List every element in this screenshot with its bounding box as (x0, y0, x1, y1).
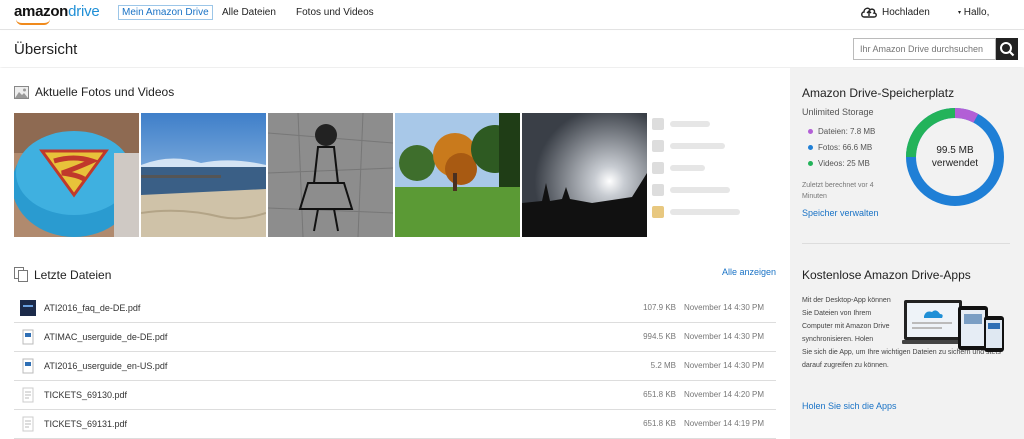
sidebar: Amazon Drive-Speicherplatz Unlimited Sto… (790, 68, 1024, 439)
file-name: ATI2016_faq_de-DE.pdf (44, 303, 141, 313)
legend-videos-dot (808, 161, 813, 166)
manage-storage-link[interactable]: Speicher verwalten (802, 208, 879, 218)
photo-strip (14, 113, 647, 237)
devices-illustration (902, 300, 1004, 352)
file-date: November 14 4:30 PM (683, 332, 764, 341)
file-name: TICKETS_69131.pdf (44, 419, 128, 429)
file-row[interactable]: TICKETS_69130.pdf 651.8 KB November 14 4… (14, 381, 776, 410)
apps-title: Kostenlose Amazon Drive-Apps (802, 268, 971, 282)
file-size: 107.9 KB (643, 303, 676, 312)
legend-photos-label: Fotos: 66.6 MB (818, 143, 873, 152)
file-row[interactable]: ATI2016_faq_de-DE.pdf 107.9 KB November … (14, 294, 776, 323)
file-size: 651.8 KB (643, 419, 676, 428)
storage-subtitle: Unlimited Storage (802, 107, 874, 117)
legend-videos-label: Videos: 25 MB (818, 159, 870, 168)
legend-videos: Videos: 25 MB (808, 159, 870, 168)
blurred-row (652, 135, 777, 157)
files-icon (14, 267, 28, 282)
recent-photos-title: Aktuelle Fotos und Videos (35, 85, 175, 99)
file-name: ATI2016_userguide_en-US.pdf (44, 361, 168, 371)
donut-label: verwendet (931, 158, 979, 169)
caret-down-icon: ▾ (958, 9, 962, 16)
file-size: 994.5 KB (643, 332, 676, 341)
file-date: November 14 4:30 PM (683, 303, 764, 312)
legend-files: Dateien: 7.8 MB (808, 127, 875, 136)
upload-label: Hochladen (882, 6, 930, 18)
logo-drive-text: drive (68, 3, 100, 20)
get-apps-link[interactable]: Holen Sie sich die Apps (802, 401, 897, 411)
pdf-file-icon (22, 416, 34, 432)
donut-value: 99.5 MB (936, 145, 974, 156)
cloud-upload-icon (861, 7, 877, 18)
title-bar: Übersicht (0, 31, 1024, 67)
storage-title: Amazon Drive-Speicherplatz (802, 86, 955, 100)
blurred-row (652, 179, 777, 201)
last-calculated-note: Zuletzt berechnet vor 4 Minuten (802, 182, 874, 200)
nav-link-photos-videos[interactable]: Fotos und Videos (296, 7, 374, 18)
photo-thumbnail-silhouette[interactable] (522, 113, 647, 237)
file-date: November 14 4:20 PM (683, 390, 764, 399)
upload-button[interactable]: Hochladen (860, 5, 930, 19)
amazon-drive-logo[interactable]: amazondrive (14, 3, 100, 27)
legend-files-label: Dateien: 7.8 MB (818, 127, 876, 136)
recent-files-list: ATI2016_faq_de-DE.pdf 107.9 KB November … (14, 294, 776, 439)
main-content: Aktuelle Fotos und Videos Letzte Dateien… (0, 68, 790, 439)
search-icon (1000, 42, 1015, 57)
recent-files-header: Letzte Dateien (14, 267, 111, 282)
file-name: TICKETS_69130.pdf (44, 390, 128, 400)
top-navigation: amazondrive Mein Amazon Drive Alle Datei… (0, 0, 1024, 30)
photo-thumbnail-park[interactable] (395, 113, 520, 237)
recent-photos-header: Aktuelle Fotos und Videos (14, 85, 174, 99)
pdf-file-icon (22, 358, 34, 374)
file-size: 5.2 MB (650, 361, 676, 370)
photo-thumbnail-beach[interactable] (141, 113, 266, 237)
file-row[interactable]: ATI2016_userguide_en-US.pdf 5.2 MB Novem… (14, 352, 776, 381)
sidebar-divider (802, 243, 1010, 244)
nav-link-my-drive[interactable]: Mein Amazon Drive (118, 5, 213, 20)
pdf-file-icon (20, 300, 36, 316)
file-name: ATIMAC_userguide_de-DE.pdf (44, 332, 168, 342)
donut-center-text: 99.5 MB verwendet (904, 144, 1006, 170)
image-icon (14, 85, 29, 99)
page-title: Übersicht (14, 41, 78, 58)
file-size: 651.8 KB (643, 390, 676, 399)
logo-amazon-text: amazon (14, 3, 69, 20)
file-row[interactable]: ATIMAC_userguide_de-DE.pdf 994.5 KB Nove… (14, 323, 776, 352)
pdf-file-icon (22, 329, 34, 345)
user-menu[interactable]: ▾ Hallo, (958, 7, 989, 18)
photo-thumbnail-graffiti[interactable] (268, 113, 393, 237)
show-all-files-link[interactable]: Alle anzeigen (722, 267, 776, 277)
more-photos-blurred-list (652, 113, 777, 237)
legend-files-dot (808, 129, 813, 134)
recent-files-title: Letzte Dateien (34, 267, 112, 282)
hello-label: Hallo, (963, 7, 990, 18)
legend-photos: Fotos: 66.6 MB (808, 143, 872, 152)
apps-description-narrow: Mit der Desktop-App können Sie Dateien v… (802, 297, 891, 343)
search-button[interactable] (996, 38, 1018, 60)
photo-thumbnail-cake[interactable] (14, 113, 139, 237)
file-date: November 14 4:30 PM (683, 361, 764, 370)
file-date: November 14 4:19 PM (683, 419, 764, 428)
blurred-row (652, 113, 777, 135)
search-input[interactable] (853, 38, 996, 60)
blurred-row (652, 201, 777, 223)
nav-link-all-files[interactable]: Alle Dateien (222, 7, 276, 18)
amazon-smile-icon (16, 19, 50, 25)
blurred-row (652, 157, 777, 179)
file-row[interactable]: TICKETS_69131.pdf 651.8 KB November 14 4… (14, 410, 776, 439)
legend-photos-dot (808, 145, 813, 150)
pdf-file-icon (22, 387, 34, 403)
